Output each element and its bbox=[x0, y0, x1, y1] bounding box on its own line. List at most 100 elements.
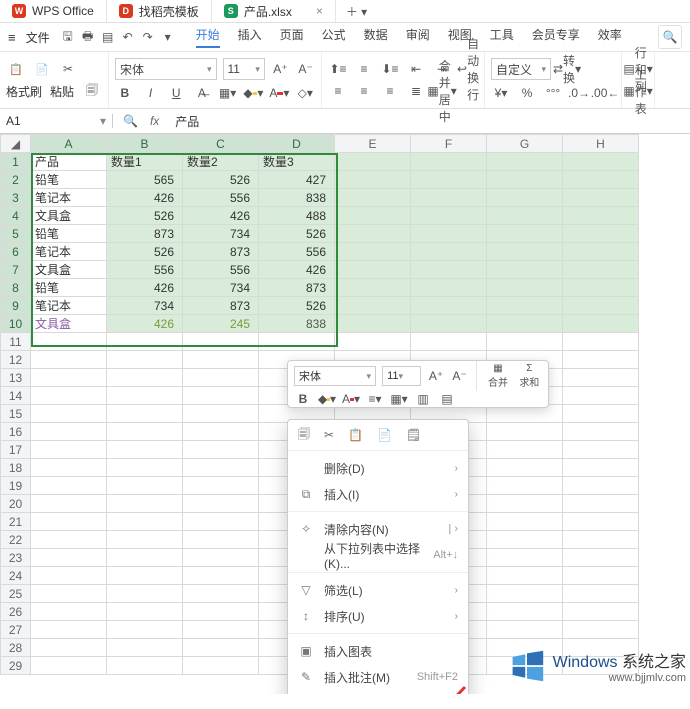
cell[interactable] bbox=[487, 225, 563, 243]
select-all-corner[interactable]: ◢ bbox=[1, 135, 31, 153]
cell[interactable] bbox=[31, 567, 107, 585]
menu-icon[interactable]: ≡ bbox=[8, 30, 16, 45]
tab-efficiency[interactable]: 效率 bbox=[598, 26, 622, 48]
mini-align-button[interactable]: ≡▾ bbox=[366, 391, 384, 407]
cell[interactable] bbox=[563, 567, 639, 585]
cell[interactable] bbox=[563, 621, 639, 639]
app-tab-file[interactable]: S 产品.xlsx × bbox=[212, 0, 336, 22]
cell[interactable] bbox=[563, 405, 639, 423]
cell[interactable] bbox=[411, 315, 487, 333]
cell[interactable]: 526 bbox=[107, 243, 183, 261]
ctx-insert[interactable]: ⧉插入(I)› bbox=[288, 481, 468, 507]
cell[interactable] bbox=[31, 639, 107, 657]
cell[interactable] bbox=[563, 207, 639, 225]
cell[interactable] bbox=[31, 513, 107, 531]
file-menu[interactable]: 文件 bbox=[26, 29, 50, 46]
indent-dec-icon[interactable]: ⇤ bbox=[406, 60, 426, 78]
cell[interactable]: 873 bbox=[183, 243, 259, 261]
row-header[interactable]: 29 bbox=[1, 657, 31, 675]
cell[interactable]: 734 bbox=[183, 225, 259, 243]
cell[interactable] bbox=[335, 279, 411, 297]
ctx-clear[interactable]: ✧清除内容(N)| › bbox=[288, 516, 468, 542]
tab-tools[interactable]: 工具 bbox=[490, 26, 514, 48]
cell[interactable] bbox=[563, 495, 639, 513]
zoom-icon[interactable]: 🔍 bbox=[123, 114, 138, 128]
ctx-comment[interactable]: ✎插入批注(M)Shift+F2 bbox=[288, 664, 468, 690]
row-header[interactable]: 23 bbox=[1, 549, 31, 567]
cell[interactable] bbox=[487, 513, 563, 531]
cell[interactable] bbox=[107, 441, 183, 459]
cell[interactable] bbox=[563, 423, 639, 441]
cell[interactable] bbox=[487, 567, 563, 585]
cell[interactable]: 873 bbox=[107, 225, 183, 243]
col-B[interactable]: B bbox=[107, 135, 183, 153]
tab-page[interactable]: 页面 bbox=[280, 26, 304, 48]
cell[interactable] bbox=[183, 477, 259, 495]
cell[interactable] bbox=[335, 261, 411, 279]
cell[interactable]: 838 bbox=[259, 189, 335, 207]
cell[interactable] bbox=[31, 351, 107, 369]
mini-dec-font-icon[interactable]: A⁻ bbox=[451, 368, 469, 384]
mini-font-color-button[interactable]: A▾ bbox=[342, 391, 360, 407]
cell[interactable] bbox=[563, 513, 639, 531]
cell[interactable]: 426 bbox=[107, 279, 183, 297]
cell[interactable] bbox=[183, 567, 259, 585]
row-header[interactable]: 8 bbox=[1, 279, 31, 297]
cell[interactable]: 427 bbox=[259, 171, 335, 189]
cell[interactable]: 数量3 bbox=[259, 153, 335, 171]
new-tab-button[interactable]: ＋ ▾ bbox=[336, 3, 377, 20]
cell[interactable] bbox=[183, 441, 259, 459]
cell[interactable] bbox=[31, 387, 107, 405]
row-header[interactable]: 3 bbox=[1, 189, 31, 207]
cell[interactable] bbox=[335, 189, 411, 207]
cell[interactable]: 铅笔 bbox=[31, 279, 107, 297]
cell[interactable] bbox=[487, 153, 563, 171]
cell[interactable]: 426 bbox=[183, 207, 259, 225]
cell[interactable] bbox=[107, 351, 183, 369]
ctx-paste-value-icon[interactable]: 📄 bbox=[377, 428, 392, 442]
cell[interactable] bbox=[335, 243, 411, 261]
cell[interactable] bbox=[183, 351, 259, 369]
cell[interactable] bbox=[107, 549, 183, 567]
ctx-chart[interactable]: ▣插入图表 bbox=[288, 638, 468, 664]
mini-border-button[interactable]: ▦▾ bbox=[390, 391, 408, 407]
ctx-delete[interactable]: 删除(D)› bbox=[288, 455, 468, 481]
cell[interactable] bbox=[563, 549, 639, 567]
mini-inscol-icon[interactable]: ▥ bbox=[414, 391, 432, 407]
cell[interactable]: 488 bbox=[259, 207, 335, 225]
row-header[interactable]: 16 bbox=[1, 423, 31, 441]
ctx-cut-icon[interactable]: ✂ bbox=[324, 428, 334, 442]
distribute-icon[interactable]: ≣ bbox=[406, 82, 426, 100]
row-header[interactable]: 17 bbox=[1, 441, 31, 459]
cell[interactable]: 文具盒 bbox=[31, 207, 107, 225]
row-header[interactable]: 7 bbox=[1, 261, 31, 279]
ctx-copy-icon[interactable]: 🗐 bbox=[298, 425, 310, 446]
cell[interactable] bbox=[563, 333, 639, 351]
cell[interactable] bbox=[335, 297, 411, 315]
cell[interactable] bbox=[411, 243, 487, 261]
mini-size-select[interactable]: 11▾ bbox=[382, 366, 421, 386]
cell[interactable] bbox=[563, 459, 639, 477]
redo-icon[interactable]: ↷ bbox=[140, 29, 156, 45]
align-top-icon[interactable]: ⬆≡ bbox=[328, 60, 348, 78]
dropdown-icon[interactable]: ▾ bbox=[160, 29, 176, 45]
tab-review[interactable]: 审阅 bbox=[406, 26, 430, 48]
cell[interactable] bbox=[183, 639, 259, 657]
save-icon[interactable]: 🖫 bbox=[60, 29, 76, 45]
cell[interactable]: 556 bbox=[183, 189, 259, 207]
cell[interactable] bbox=[563, 243, 639, 261]
worksheet-button[interactable]: ▦ 工作表▾ bbox=[628, 82, 648, 100]
row-header[interactable]: 11 bbox=[1, 333, 31, 351]
tab-formula[interactable]: 公式 bbox=[322, 26, 346, 48]
ctx-link[interactable]: 🔗超链接(H)...Ctrl+K bbox=[288, 690, 468, 694]
cell[interactable] bbox=[563, 171, 639, 189]
cell[interactable] bbox=[563, 189, 639, 207]
cell[interactable]: 734 bbox=[183, 279, 259, 297]
cell[interactable] bbox=[411, 207, 487, 225]
cell[interactable] bbox=[335, 225, 411, 243]
preview-icon[interactable]: ▤ bbox=[100, 29, 116, 45]
cell[interactable]: 文具盒 bbox=[31, 315, 107, 333]
cell[interactable] bbox=[487, 171, 563, 189]
merge-button[interactable]: ▦ 合并居中▾ bbox=[432, 82, 452, 100]
cell[interactable] bbox=[183, 387, 259, 405]
